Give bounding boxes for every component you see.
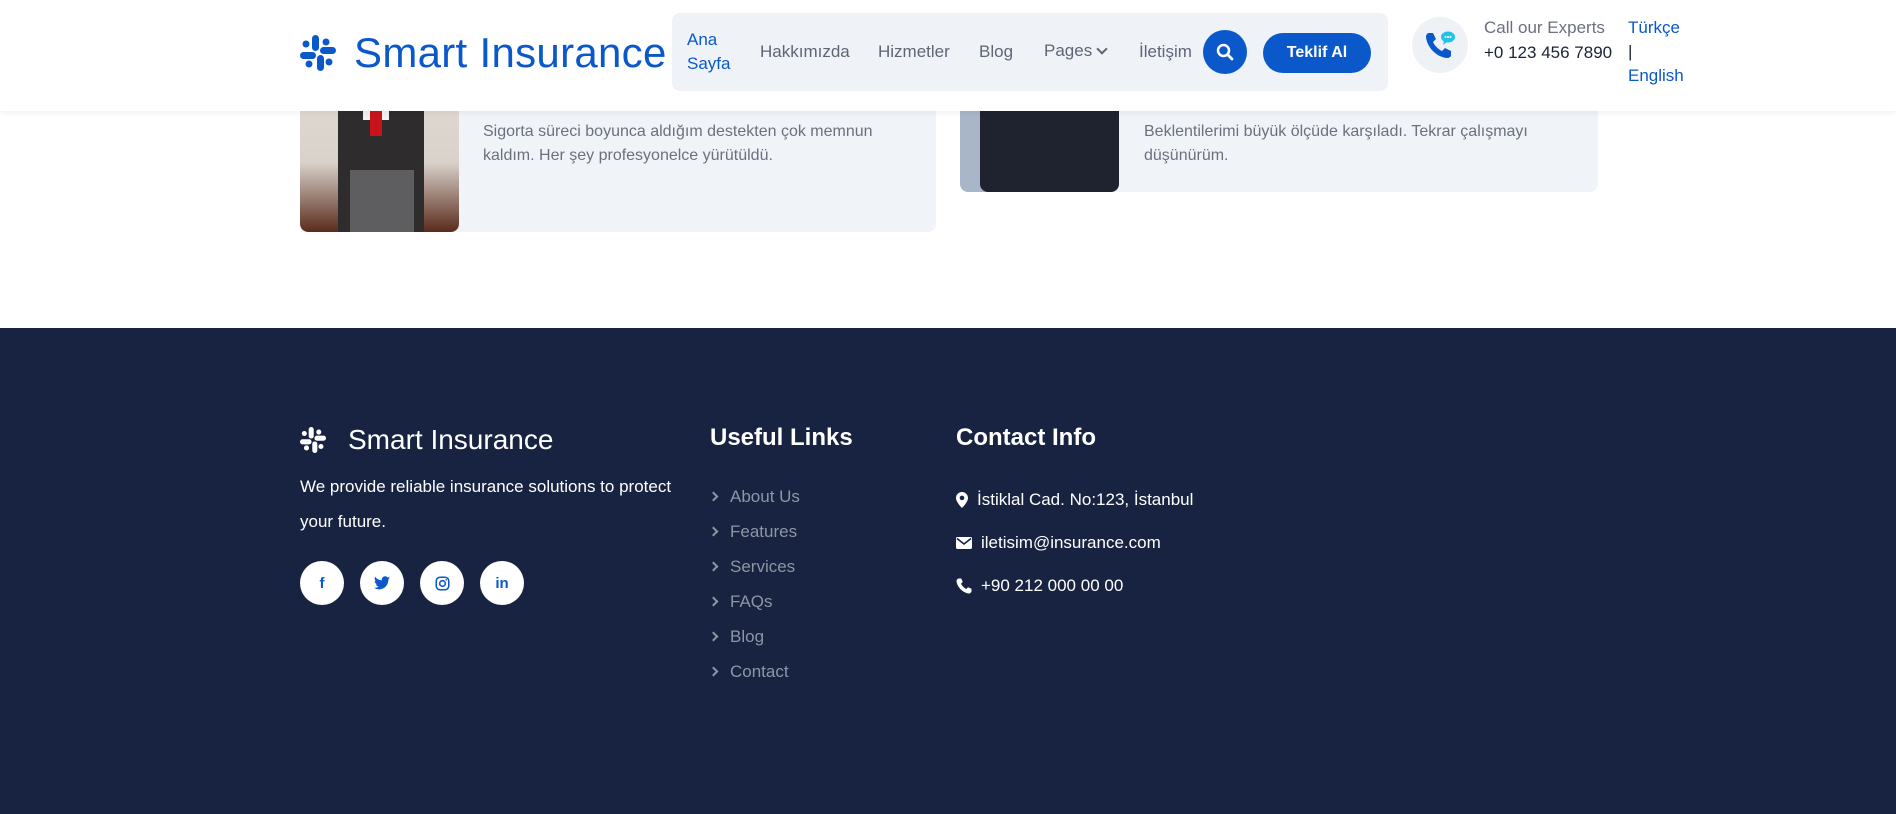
nav-blog[interactable]: Blog bbox=[979, 42, 1013, 62]
call-number-link[interactable]: +0 123 456 7890 bbox=[1484, 43, 1612, 63]
footer-link-features[interactable]: Features bbox=[708, 514, 800, 549]
phone-icon bbox=[956, 578, 972, 593]
contact-phone[interactable]: +90 212 000 00 00 bbox=[956, 564, 1193, 607]
useful-links-list: About Us Features Services FAQs Blog Con… bbox=[708, 479, 800, 689]
contact-address: İstiklal Cad. No:123, İstanbul bbox=[956, 478, 1193, 521]
testimonial-text: Beklentilerimi büyük ölçüde karşıladı. T… bbox=[1144, 123, 1528, 164]
chevron-right-icon bbox=[708, 561, 719, 572]
link-label: FAQs bbox=[730, 591, 773, 611]
chevron-right-icon bbox=[708, 666, 719, 677]
lang-separator: | bbox=[1628, 42, 1633, 61]
main-nav: Ana Sayfa Hakkımızda Hizmetler Blog Page… bbox=[672, 13, 1388, 91]
lang-english[interactable]: English bbox=[1628, 64, 1684, 88]
chevron-right-icon bbox=[708, 526, 719, 537]
nav-about[interactable]: Hakkımızda bbox=[760, 42, 850, 62]
envelope-icon bbox=[956, 536, 972, 549]
testimonial-text: Sigorta süreci boyunca aldığım destekten… bbox=[483, 123, 873, 164]
get-quote-button[interactable]: Teklif Al bbox=[1263, 33, 1371, 73]
search-button[interactable] bbox=[1203, 30, 1247, 74]
twitter-icon[interactable] bbox=[360, 561, 404, 605]
chevron-right-icon bbox=[708, 596, 719, 607]
nav-pages-label: Pages bbox=[1044, 41, 1093, 60]
link-label: Contact bbox=[730, 661, 789, 681]
language-switcher: Türkçe | English bbox=[1628, 16, 1684, 88]
contact-info: İstiklal Cad. No:123, İstanbul iletisim@… bbox=[956, 478, 1193, 607]
search-icon bbox=[1216, 43, 1234, 61]
instagram-icon[interactable] bbox=[420, 561, 464, 605]
footer-link-blog[interactable]: Blog bbox=[708, 619, 800, 654]
footer-link-about[interactable]: About Us bbox=[708, 479, 800, 514]
contact-info-heading: Contact Info bbox=[956, 424, 1096, 451]
brand-logo-link[interactable]: Smart Insurance bbox=[300, 29, 667, 77]
footer-link-faqs[interactable]: FAQs bbox=[708, 584, 800, 619]
facebook-icon[interactable]: f bbox=[300, 561, 344, 605]
site-header: Smart Insurance Ana Sayfa Hakkımızda Hiz… bbox=[0, 0, 1896, 111]
footer-link-contact[interactable]: Contact bbox=[708, 654, 800, 689]
link-label: Blog bbox=[730, 626, 765, 646]
slack-style-logo-icon bbox=[300, 427, 326, 453]
footer-brand: Smart Insurance bbox=[300, 424, 553, 456]
link-label: About Us bbox=[730, 486, 800, 506]
nav-home[interactable]: Ana Sayfa bbox=[687, 28, 737, 76]
address-text: İstiklal Cad. No:123, İstanbul bbox=[977, 489, 1194, 509]
email-text: iletisim@insurance.com bbox=[981, 532, 1161, 552]
nav-pages-dropdown[interactable]: Pages bbox=[1044, 41, 1108, 61]
link-label: Services bbox=[730, 556, 796, 576]
useful-links-heading: Useful Links bbox=[710, 424, 853, 451]
brand-name: Smart Insurance bbox=[354, 29, 667, 76]
chevron-right-icon bbox=[708, 491, 719, 502]
phone-chat-icon bbox=[1426, 31, 1455, 58]
lang-turkish[interactable]: Türkçe bbox=[1628, 16, 1684, 40]
call-label: Call our Experts bbox=[1484, 18, 1605, 37]
footer-description: We provide reliable insurance solutions … bbox=[300, 477, 672, 531]
link-label: Features bbox=[730, 521, 798, 541]
call-experts-badge bbox=[1412, 17, 1468, 73]
social-links: f in bbox=[300, 561, 524, 605]
nav-services[interactable]: Hizmetler bbox=[878, 42, 950, 62]
footer-brand-name: Smart Insurance bbox=[348, 424, 554, 455]
chevron-right-icon bbox=[708, 631, 719, 642]
nav-contact[interactable]: İletişim bbox=[1139, 42, 1192, 62]
slack-style-logo-icon bbox=[300, 35, 336, 71]
phone-text: +90 212 000 00 00 bbox=[981, 575, 1124, 595]
linkedin-icon[interactable]: in bbox=[480, 561, 524, 605]
footer-link-services[interactable]: Services bbox=[708, 549, 800, 584]
chevron-down-icon bbox=[1096, 43, 1108, 55]
site-footer: Smart Insurance We provide reliable insu… bbox=[0, 328, 1896, 814]
contact-email[interactable]: iletisim@insurance.com bbox=[956, 521, 1193, 564]
map-pin-icon bbox=[956, 491, 968, 508]
